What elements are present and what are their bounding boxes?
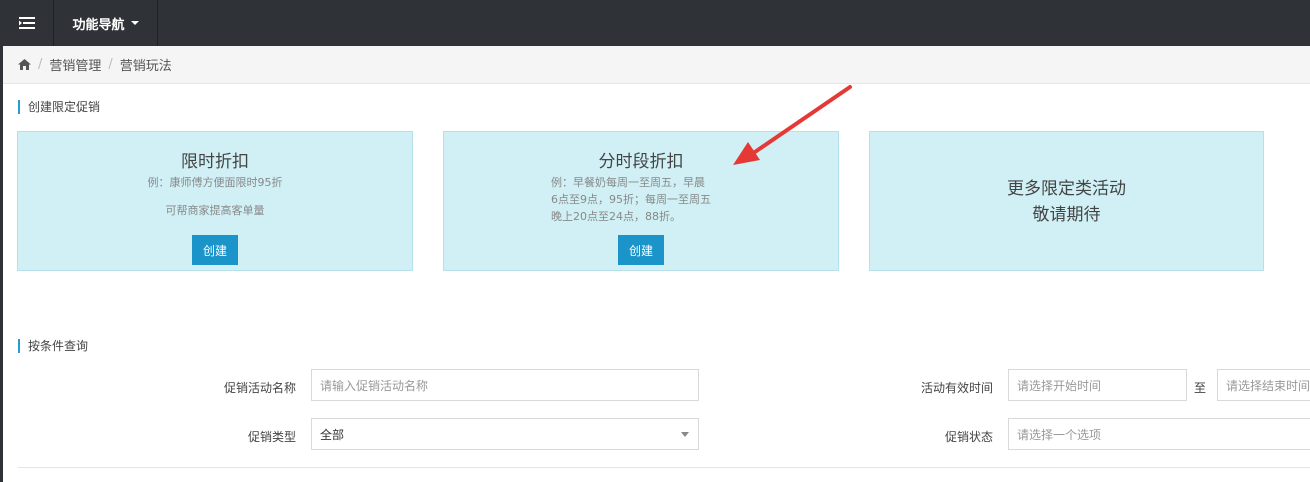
promo-card-limited-discount: 限时折扣 例：康师傅方便面限时95折 可帮商家提高客单量 创建 xyxy=(17,131,413,271)
card-description-line: 例：早餐奶每周一至周五，早晨 xyxy=(551,176,705,189)
card-description: 可帮商家提高客单量 xyxy=(165,204,265,217)
sidebar-edge xyxy=(0,46,3,482)
menu-icon xyxy=(18,17,35,29)
card-description-line: 晚上20点至24点，88折。 xyxy=(551,210,681,223)
dropdown-arrow-icon xyxy=(681,432,689,437)
promo-card-timeslot-discount: 分时段折扣 例：早餐奶每周一至周五，早晨 6点至9点，95折；每周一至周五 晚上… xyxy=(443,131,839,271)
section-title-query: 按条件查询 xyxy=(18,339,88,353)
sidebar-toggle-button[interactable] xyxy=(0,0,54,46)
card-description: 例：康师傅方便面限时95折 xyxy=(147,176,283,189)
home-icon[interactable] xyxy=(18,59,31,70)
to-label: 至 xyxy=(1193,381,1206,395)
breadcrumb-separator: / xyxy=(38,57,43,72)
promo-status-select[interactable]: 请选择一个选项 xyxy=(1008,418,1310,450)
card-description-line: 6点至9点，95折；每周一至周五 xyxy=(551,193,711,206)
create-timeslot-discount-button[interactable]: 创建 xyxy=(618,235,664,265)
breadcrumb-item-marketing[interactable]: 营销管理 xyxy=(49,55,101,74)
promo-name-label: 促销活动名称 xyxy=(223,381,296,395)
promo-type-label: 促销类型 xyxy=(247,430,296,444)
top-navbar: 功能导航 xyxy=(0,0,1310,46)
end-time-input[interactable]: 请选择结束时间 xyxy=(1217,369,1310,401)
section-title-create: 创建限定促销 xyxy=(18,100,100,114)
promo-type-select[interactable]: 全部 xyxy=(311,418,699,450)
breadcrumb-separator: / xyxy=(108,57,113,72)
create-limited-discount-button[interactable]: 创建 xyxy=(192,235,238,265)
start-time-input[interactable]: 请选择开始时间 xyxy=(1008,369,1187,401)
card-title: 分时段折扣 xyxy=(598,152,684,172)
breadcrumb-item-current: 营销玩法 xyxy=(119,59,172,74)
card-title-line: 更多限定类活动 xyxy=(1007,179,1126,199)
promo-status-label: 促销状态 xyxy=(944,430,993,444)
promo-card-more-coming: 更多限定类活动 敬请期待 xyxy=(869,131,1264,271)
valid-time-label: 活动有效时间 xyxy=(920,381,993,395)
form-divider xyxy=(18,467,1310,468)
nav-menu-label: 功能导航 xyxy=(72,17,125,33)
promo-name-input[interactable]: 请输入促销活动名称 xyxy=(311,369,699,401)
nav-menu-dropdown[interactable]: 功能导航 xyxy=(54,0,158,46)
card-title: 限时折扣 xyxy=(181,152,249,172)
card-title-line: 敬请期待 xyxy=(1032,205,1101,225)
caret-down-icon xyxy=(130,21,139,25)
breadcrumb: / 营销管理 / 营销玩法 xyxy=(3,46,1310,84)
promo-type-value: 全部 xyxy=(320,427,345,442)
